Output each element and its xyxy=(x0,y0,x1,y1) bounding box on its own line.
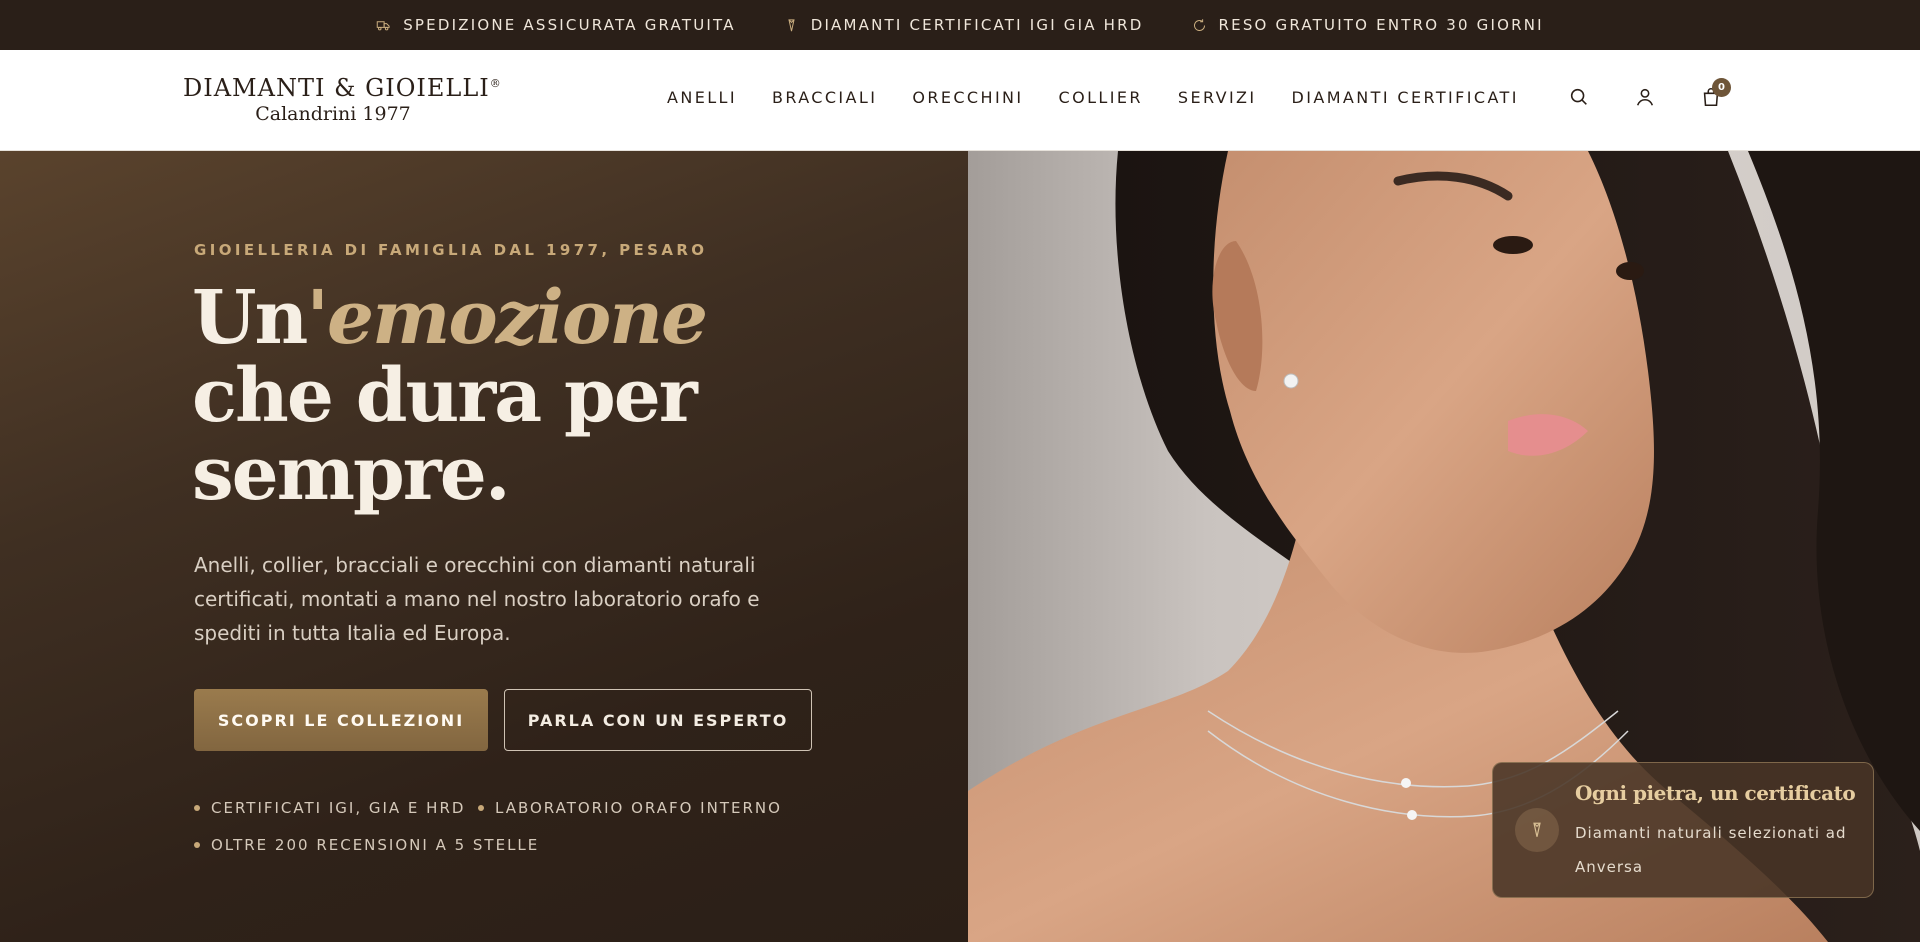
announcement-shipping: SPEDIZIONE ASSICURATA GRATUITA xyxy=(376,16,735,34)
hero-section: GIOIELLERIA DI FAMIGLIA DAL 1977, PESARO… xyxy=(0,151,1920,942)
discover-collections-button[interactable]: SCOPRI LE COLLEZIONI xyxy=(194,689,488,751)
hero-content: GIOIELLERIA DI FAMIGLIA DAL 1977, PESARO… xyxy=(0,151,968,942)
nav-item-bracciali[interactable]: BRACCIALI xyxy=(772,88,877,107)
logo-wordmark: DIAMANTI & GIOIELLI xyxy=(183,74,490,102)
diamond-icon xyxy=(1533,822,1541,837)
announcement-certified-text: DIAMANTI CERTIFICATI IGI GIA HRD xyxy=(810,16,1144,34)
headline-line-2: che dura per xyxy=(192,353,698,439)
feature-item: CERTIFICATI IGI, GIA E HRD xyxy=(194,799,465,817)
bullet-dot-icon xyxy=(194,805,200,811)
logo-subtitle: Calandrini 1977 xyxy=(255,103,411,125)
logo-registered-mark: ® xyxy=(489,77,502,90)
headline-pre: Un xyxy=(192,275,308,361)
hero-eyebrow: GIOIELLERIA DI FAMIGLIA DAL 1977, PESARO xyxy=(194,241,708,259)
search-icon xyxy=(1570,88,1587,105)
announcement-certified: DIAMANTI CERTIFICATI IGI GIA HRD xyxy=(784,16,1144,34)
feature-item: OLTRE 200 RECENSIONI A 5 STELLE xyxy=(194,836,539,854)
feature-label: OLTRE 200 RECENSIONI A 5 STELLE xyxy=(211,836,540,854)
announcement-shipping-text: SPEDIZIONE ASSICURATA GRATUITA xyxy=(403,16,736,34)
cart-button[interactable]: 0 xyxy=(1700,78,1731,110)
bullet-dot-icon xyxy=(194,842,200,848)
main-nav: ANELLI BRACCIALI ORECCHINI COLLIER SERVI… xyxy=(667,88,1519,107)
feature-label: CERTIFICATI IGI, GIA E HRD xyxy=(211,799,466,817)
return-icon xyxy=(1193,18,1205,31)
diamond-icon xyxy=(788,18,795,31)
announcement-returns-text: RESO GRATUITO ENTRO 30 GIORNI xyxy=(1218,16,1544,34)
search-button[interactable] xyxy=(1568,86,1592,110)
nav-item-collier[interactable]: COLLIER xyxy=(1059,88,1143,107)
header-actions: 0 xyxy=(1568,78,1738,114)
nav-item-diamanti-certificati[interactable]: DIAMANTI CERTIFICATI xyxy=(1292,88,1519,107)
announcement-returns: RESO GRATUITO ENTRO 30 GIORNI xyxy=(1192,16,1544,34)
site-header: DIAMANTI & GIOIELLI® Calandrini 1977 ANE… xyxy=(0,50,1920,151)
headline-line-3: sempre. xyxy=(192,431,511,517)
announcement-bar: SPEDIZIONE ASSICURATA GRATUITA DIAMANTI … xyxy=(0,0,1920,50)
feature-label: LABORATORIO ORAFO INTERNO xyxy=(495,799,782,817)
logo-main: DIAMANTI & GIOIELLI® xyxy=(183,74,501,102)
headline-emphasis: 'emozione xyxy=(306,275,708,361)
nav-item-orecchini[interactable]: ORECCHINI xyxy=(912,88,1023,107)
cart-count-badge: 0 xyxy=(1712,78,1731,97)
certificate-card: Ogni pietra, un certificato Diamanti nat… xyxy=(1492,762,1874,898)
bullet-dot-icon xyxy=(478,805,484,811)
hero-headline: Un'emozione che dura per sempre. xyxy=(192,279,892,513)
certificate-card-title: Ogni pietra, un certificato xyxy=(1575,781,1856,805)
nav-item-servizi[interactable]: SERVIZI xyxy=(1178,88,1257,107)
certificate-card-text: Diamanti naturali selezionati ad Anversa xyxy=(1575,824,1847,876)
certificate-icon-badge xyxy=(1515,808,1559,852)
account-button[interactable] xyxy=(1634,86,1658,110)
site-logo[interactable]: DIAMANTI & GIOIELLI® Calandrini 1977 xyxy=(183,74,501,125)
talk-to-expert-button[interactable]: PARLA CON UN ESPERTO xyxy=(504,689,812,751)
hero-description: Anelli, collier, bracciali e orecchini c… xyxy=(194,553,760,645)
truck-icon xyxy=(376,20,390,30)
nav-item-anelli[interactable]: ANELLI xyxy=(667,88,737,107)
feature-item: LABORATORIO ORAFO INTERNO xyxy=(478,799,782,817)
user-icon xyxy=(1636,88,1654,106)
